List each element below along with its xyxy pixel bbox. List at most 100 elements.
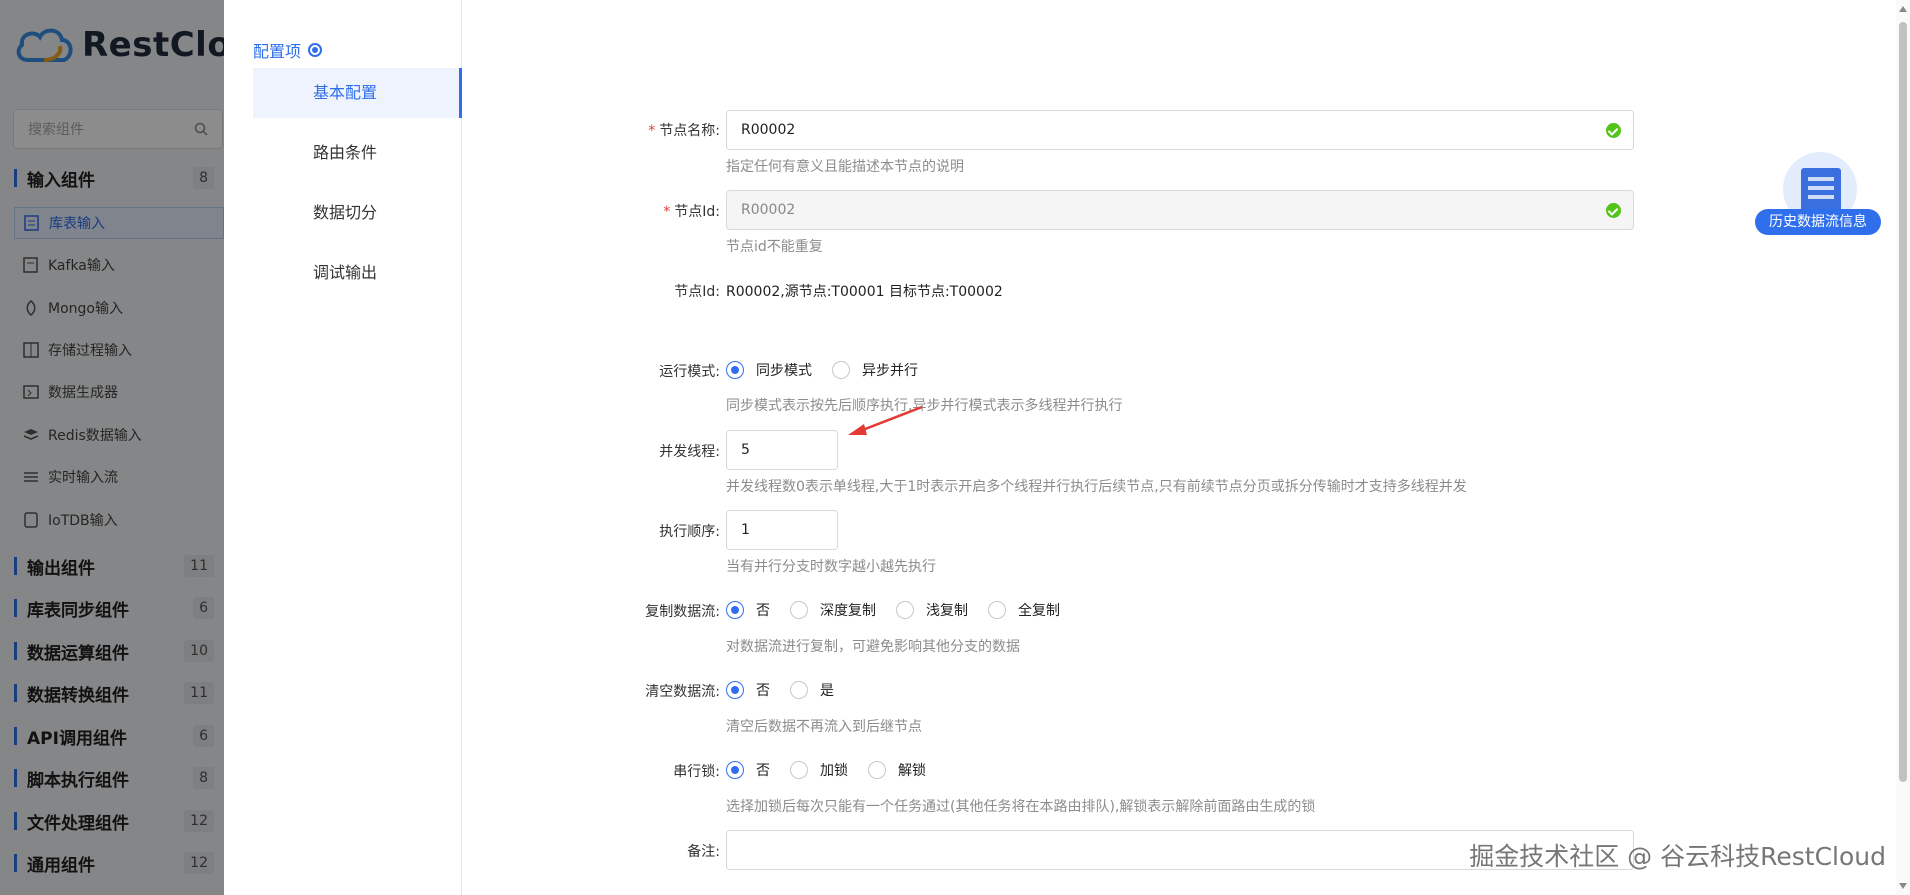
cloud-logo-icon	[16, 28, 73, 62]
procedure-icon	[23, 342, 39, 358]
serial-lock-no-radio[interactable]: 否	[726, 760, 770, 780]
category-count: 8	[193, 167, 214, 189]
settings-ring-icon	[308, 43, 323, 57]
category-file-process[interactable]: 文件处理组件 12	[14, 808, 214, 834]
category-bar	[14, 854, 17, 872]
radio-label: 否	[756, 603, 770, 619]
node-info-label: 节点Id:	[674, 284, 720, 300]
component-mongo-input[interactable]: Mongo输入	[22, 295, 222, 321]
generator-icon	[23, 385, 39, 399]
mongo-icon	[26, 300, 36, 316]
copy-stream-help: 对数据流进行复制，可避免影响其他分支的数据	[726, 639, 1020, 655]
node-id-label: * 节点Id:	[520, 201, 720, 221]
radio-label: 是	[820, 683, 834, 699]
required-mark: *	[663, 204, 671, 220]
check-circle-icon	[1606, 203, 1621, 218]
category-bar	[14, 684, 17, 702]
radio-label: 否	[756, 683, 770, 699]
run-mode-label: 运行模式:	[659, 364, 720, 380]
component-label: 数据生成器	[48, 385, 118, 401]
radio-label: 解锁	[898, 763, 926, 779]
category-count: 8	[193, 767, 214, 789]
category-output[interactable]: 输出组件 11	[14, 553, 214, 579]
radio-dot	[790, 761, 808, 779]
category-label: 库表同步组件	[27, 600, 129, 621]
node-name-input[interactable]: R00002	[726, 110, 1634, 150]
category-input[interactable]: 输入组件 8	[14, 165, 214, 191]
clear-stream-no-radio[interactable]: 否	[726, 680, 770, 700]
category-script-exec[interactable]: 脚本执行组件 8	[14, 765, 214, 791]
component-label: Kafka输入	[48, 258, 115, 274]
copy-stream-radio-group: 否 深度复制 浅复制 全复制	[726, 599, 1080, 621]
component-label: Mongo输入	[48, 301, 123, 317]
copy-stream-shallow-radio[interactable]: 浅复制	[896, 600, 968, 620]
exec-order-input[interactable]: 1	[726, 510, 838, 550]
config-nav-title-text: 配置项	[253, 42, 302, 61]
component-table-input[interactable]: 库表输入	[14, 207, 224, 239]
radio-dot	[832, 361, 850, 379]
serial-lock-lock-radio[interactable]: 加锁	[790, 760, 848, 780]
component-label: 存储过程输入	[48, 343, 132, 359]
component-iotdb-input[interactable]: IoTDB输入	[22, 507, 222, 533]
radio-dot	[790, 681, 808, 699]
threads-input[interactable]: 5	[726, 430, 838, 470]
iotdb-icon	[24, 512, 38, 528]
node-info-value: R00002,源节点:T00001 目标节点:T00002	[726, 284, 1003, 300]
watermark-text: 掘金技术社区 @ 谷云科技RestCloud	[1469, 842, 1886, 871]
nav-data-split[interactable]: 数据切分	[253, 188, 462, 238]
run-mode-radio-group: 同步模式 异步并行	[726, 359, 938, 381]
scroll-thumb[interactable]	[1899, 22, 1907, 782]
category-count: 10	[184, 640, 214, 662]
category-common[interactable]: 通用组件 12	[14, 850, 214, 876]
component-kafka-input[interactable]: Kafka输入	[22, 252, 222, 278]
radio-label: 深度复制	[820, 603, 876, 619]
serial-lock-unlock-radio[interactable]: 解锁	[868, 760, 926, 780]
category-bar	[14, 557, 17, 575]
radio-dot	[726, 761, 744, 779]
scroll-up-icon[interactable]	[1899, 6, 1907, 12]
category-count: 6	[193, 725, 214, 747]
clear-stream-help: 清空后数据不再流入到后继节点	[726, 719, 922, 735]
nav-route-condition[interactable]: 路由条件	[253, 128, 462, 178]
category-api-call[interactable]: API调用组件 6	[14, 723, 214, 749]
component-realtime-stream[interactable]: 实时输入流	[22, 464, 222, 490]
check-circle-icon	[1606, 123, 1621, 138]
category-table-sync[interactable]: 库表同步组件 6	[14, 595, 214, 621]
vertical-scrollbar[interactable]	[1896, 0, 1910, 895]
radio-label: 加锁	[820, 763, 848, 779]
copy-stream-full-radio[interactable]: 全复制	[988, 600, 1060, 620]
history-dataflow-button[interactable]: 历史数据流信息	[1755, 152, 1881, 236]
scroll-down-icon[interactable]	[1899, 883, 1907, 889]
exec-order-help: 当有并行分支时数字越小越先执行	[726, 559, 936, 575]
component-search-input[interactable]: 搜索组件	[13, 109, 223, 149]
kafka-icon	[23, 257, 38, 273]
clear-stream-yes-radio[interactable]: 是	[790, 680, 834, 700]
category-label: 数据运算组件	[27, 643, 129, 664]
nav-basic-config[interactable]: 基本配置	[253, 68, 462, 118]
category-label: API调用组件	[27, 728, 127, 749]
node-id-label-text: 节点Id:	[674, 204, 720, 220]
run-mode-async-radio[interactable]: 异步并行	[832, 360, 918, 380]
category-data-compute[interactable]: 数据运算组件 10	[14, 638, 214, 664]
app-logo-text: RestCloud	[82, 25, 224, 65]
clear-stream-radio-group: 否 是	[726, 679, 854, 701]
threads-help: 并发线程数0表示单线程,大于1时表示开启多个线程并行执行后续节点,只有前续节点分…	[726, 479, 1467, 495]
component-procedure-input[interactable]: 存储过程输入	[22, 337, 222, 363]
nav-debug-output[interactable]: 调试输出	[253, 248, 462, 298]
component-data-generator[interactable]: 数据生成器	[22, 379, 222, 405]
serial-lock-help: 选择加锁后每次只能有一个任务通过(其他任务将在本路由排队),解锁表示解除前面路由…	[726, 799, 1316, 815]
copy-stream-no-radio[interactable]: 否	[726, 600, 770, 620]
exec-order-label: 执行顺序:	[659, 524, 720, 540]
run-mode-sync-radio[interactable]: 同步模式	[726, 360, 812, 380]
category-label: 脚本执行组件	[27, 770, 129, 791]
config-nav: 配置项 基本配置 路由条件 数据切分 调试输出	[224, 0, 462, 895]
category-bar	[14, 727, 17, 745]
category-count: 11	[184, 555, 214, 577]
category-data-transform[interactable]: 数据转换组件 11	[14, 680, 214, 706]
category-count: 6	[193, 597, 214, 619]
radio-label: 否	[756, 763, 770, 779]
table-input-icon	[24, 215, 39, 231]
component-redis-input[interactable]: Redis数据输入	[22, 422, 222, 448]
copy-stream-deep-radio[interactable]: 深度复制	[790, 600, 876, 620]
category-bar	[14, 642, 17, 660]
